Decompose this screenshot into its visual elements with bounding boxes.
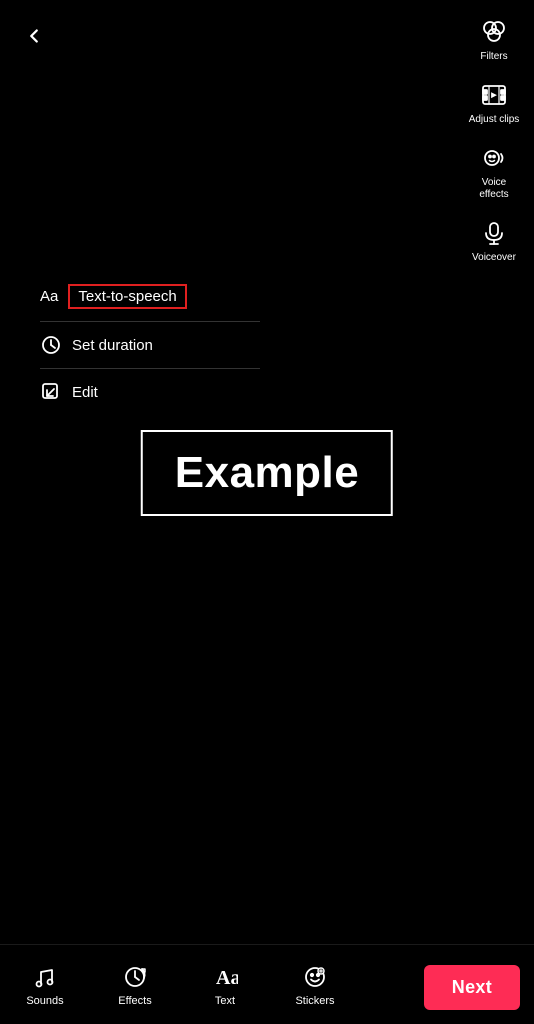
svg-text:Aa: Aa	[216, 967, 238, 989]
clock-icon	[40, 334, 62, 356]
voiceover-label: Voiceover	[472, 252, 516, 264]
edit-item[interactable]: Edit	[40, 369, 260, 415]
adjust-clips-icon: ▶	[478, 79, 510, 111]
example-text: Example	[175, 448, 359, 498]
context-menu: Aa Text-to-speech Set duration Edit	[40, 272, 260, 415]
edit-label: Edit	[72, 384, 98, 401]
adjust-clips-button[interactable]: ▶ Adjust clips	[462, 73, 526, 132]
tab-sounds[interactable]: Sounds	[0, 955, 90, 1015]
text-to-speech-item[interactable]: Aa Text-to-speech	[40, 272, 260, 322]
text-label: Text	[215, 995, 235, 1007]
tts-prefix: Aa	[40, 288, 58, 305]
voice-effects-label: Voiceeffects	[479, 177, 508, 201]
stickers-label: Stickers	[295, 995, 334, 1007]
effects-label: Effects	[118, 995, 151, 1007]
text-to-speech-label: Text-to-speech	[68, 284, 186, 309]
back-button[interactable]	[16, 18, 52, 54]
stickers-icon	[301, 963, 329, 991]
filters-button[interactable]: Filters	[462, 10, 526, 69]
next-button[interactable]: Next	[424, 965, 520, 1010]
edit-icon	[40, 381, 62, 403]
svg-text:▶: ▶	[490, 92, 497, 99]
example-text-box: Example	[141, 430, 393, 516]
effects-icon	[121, 963, 149, 991]
text-icon: Aa	[211, 963, 239, 991]
voiceover-icon	[478, 217, 510, 249]
tab-stickers[interactable]: Stickers	[270, 955, 360, 1015]
voice-effects-icon	[478, 142, 510, 174]
voice-effects-button[interactable]: Voiceeffects	[462, 136, 526, 207]
voiceover-button[interactable]: Voiceover	[462, 211, 526, 270]
filters-icon	[478, 16, 510, 48]
adjust-clips-label: Adjust clips	[469, 114, 520, 126]
set-duration-label: Set duration	[72, 337, 153, 354]
right-toolbar: Filters ▶ Adjust clips	[462, 10, 526, 270]
set-duration-item[interactable]: Set duration	[40, 322, 260, 369]
filters-label: Filters	[480, 51, 507, 63]
tab-text[interactable]: Aa Text	[180, 955, 270, 1015]
music-icon	[31, 963, 59, 991]
tab-effects[interactable]: Effects	[90, 955, 180, 1015]
sounds-label: Sounds	[26, 995, 63, 1007]
